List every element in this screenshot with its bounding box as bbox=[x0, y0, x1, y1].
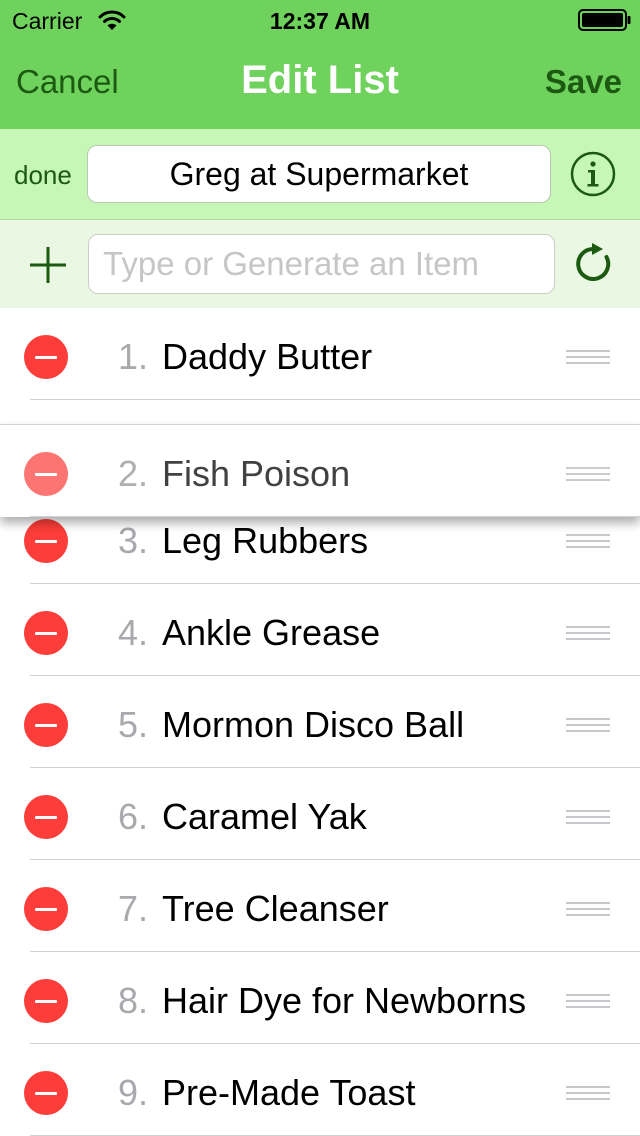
reorder-handle-icon[interactable] bbox=[566, 810, 610, 826]
item-number: 1. bbox=[117, 336, 148, 377]
delete-item-button[interactable] bbox=[24, 611, 68, 655]
status-time: 12:37 AM bbox=[269, 8, 371, 34]
item-name: Caramel Yak bbox=[162, 796, 367, 837]
battery-icon bbox=[578, 9, 631, 31]
delete-item-button[interactable] bbox=[24, 335, 68, 379]
done-button[interactable]: done bbox=[14, 159, 72, 191]
list-item[interactable]: 9. Pre-Made Toast bbox=[0, 1044, 640, 1136]
reorder-handle-icon[interactable] bbox=[566, 1086, 610, 1102]
row-separator bbox=[30, 399, 640, 400]
list-item[interactable]: 5. Mormon Disco Ball bbox=[0, 676, 640, 768]
item-number: 9. bbox=[117, 1072, 148, 1113]
row-separator bbox=[30, 516, 640, 517]
list-name-field[interactable]: Greg at Supermarket bbox=[87, 145, 551, 203]
delete-item-button[interactable] bbox=[24, 887, 68, 931]
item-name: Mormon Disco Ball bbox=[162, 704, 465, 745]
reorder-handle-icon[interactable] bbox=[566, 902, 610, 918]
refresh-icon[interactable] bbox=[572, 242, 616, 286]
edit-list-screen: Carrier 12:37 AM Cancel Edit List Save d… bbox=[0, 0, 640, 1136]
reorder-handle-icon[interactable] bbox=[566, 718, 610, 734]
item-number: 4. bbox=[117, 612, 148, 653]
delete-item-button[interactable] bbox=[24, 452, 68, 496]
item-name: Hair Dye for Newborns bbox=[162, 980, 527, 1021]
dragging-list-item[interactable]: 2. Fish Poison bbox=[0, 424, 640, 517]
delete-item-button[interactable] bbox=[24, 703, 68, 747]
reorder-handle-icon[interactable] bbox=[566, 626, 610, 642]
cancel-button[interactable]: Cancel bbox=[16, 62, 119, 102]
header: Carrier 12:37 AM Cancel Edit List Save bbox=[0, 0, 640, 129]
new-item-input[interactable] bbox=[88, 234, 555, 294]
list-item[interactable]: 8. Hair Dye for Newborns bbox=[0, 952, 640, 1044]
list-item[interactable]: 6. Caramel Yak bbox=[0, 768, 640, 860]
list-item[interactable]: 1. Daddy Butter bbox=[0, 308, 640, 400]
delete-item-button[interactable] bbox=[24, 795, 68, 839]
item-number: 7. bbox=[117, 888, 148, 929]
reorder-handle-icon[interactable] bbox=[566, 350, 610, 366]
info-icon[interactable] bbox=[570, 151, 616, 197]
item-name: Ankle Grease bbox=[162, 612, 381, 653]
add-item-row bbox=[0, 220, 640, 308]
navigation-bar: Cancel Edit List Save bbox=[0, 40, 640, 129]
list-name-row: done Greg at Supermarket bbox=[0, 129, 640, 220]
item-number: 3. bbox=[117, 520, 148, 561]
item-name: Leg Rubbers bbox=[162, 520, 369, 561]
status-bar: Carrier 12:37 AM bbox=[0, 0, 640, 40]
item-name: Pre-Made Toast bbox=[162, 1072, 416, 1113]
item-number: 6. bbox=[117, 796, 148, 837]
item-name: Daddy Butter bbox=[162, 336, 373, 377]
delete-item-button[interactable] bbox=[24, 979, 68, 1023]
plus-icon[interactable] bbox=[28, 245, 68, 285]
item-name: Fish Poison bbox=[162, 453, 351, 494]
reorder-handle-icon[interactable] bbox=[566, 467, 610, 483]
item-number: 5. bbox=[117, 704, 148, 745]
save-button[interactable]: Save bbox=[545, 62, 622, 102]
delete-item-button[interactable] bbox=[24, 1071, 68, 1115]
list-item[interactable]: 7. Tree Cleanser bbox=[0, 860, 640, 952]
list-item[interactable]: 4. Ankle Grease bbox=[0, 584, 640, 676]
item-name: Tree Cleanser bbox=[162, 888, 389, 929]
item-number: 8. bbox=[117, 980, 148, 1021]
reorder-handle-icon[interactable] bbox=[566, 534, 610, 550]
item-number: 2. bbox=[117, 453, 148, 494]
delete-item-button[interactable] bbox=[24, 519, 68, 563]
reorder-handle-icon[interactable] bbox=[566, 994, 610, 1010]
